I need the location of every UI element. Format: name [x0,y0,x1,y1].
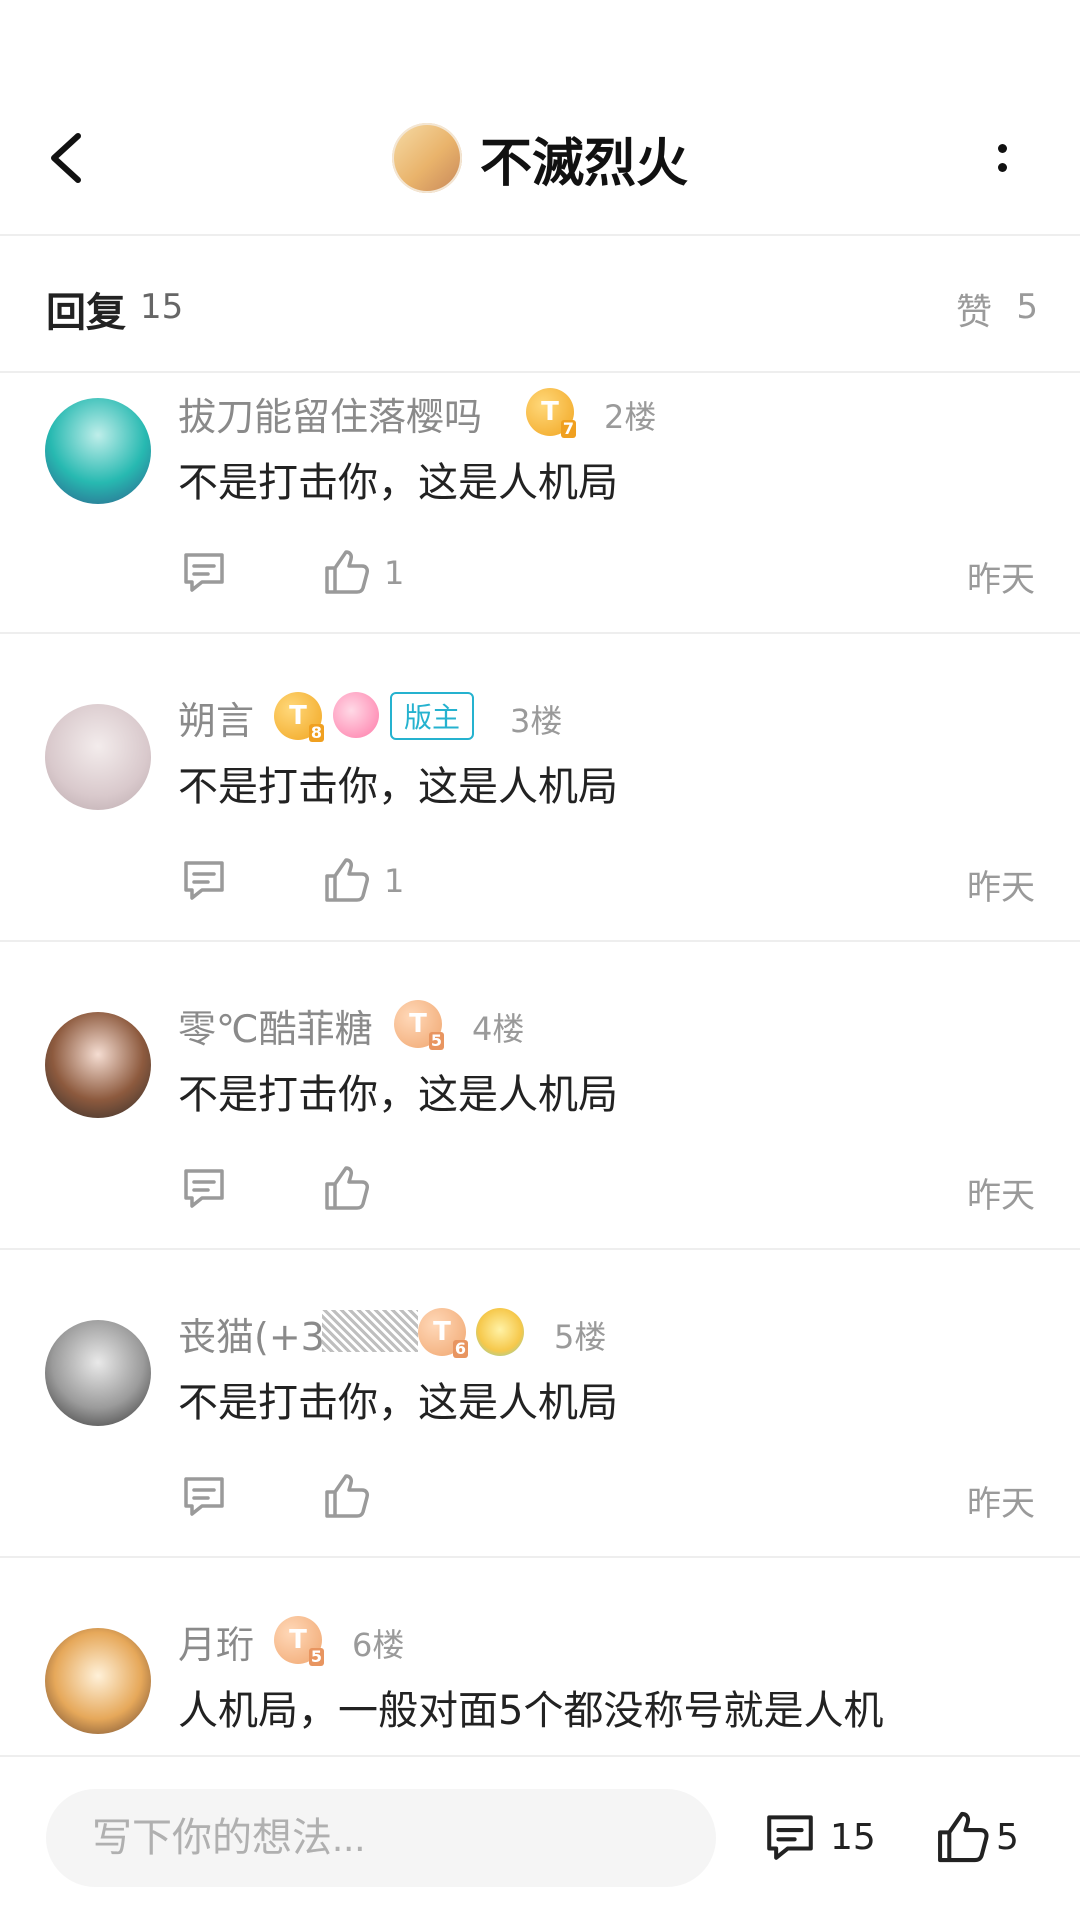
header-divider [0,234,1080,236]
username[interactable]: 零℃酷菲糖 [178,998,373,1053]
comment-text: 不是打击你，这是人机局 [178,460,618,506]
like-count: 5 [1016,287,1038,327]
avatar[interactable] [45,1320,151,1426]
thumbs-up-icon[interactable] [320,546,372,598]
comment-like-count: 1 [384,554,405,592]
comment-like-count: 1 [384,862,405,900]
comment-icon[interactable] [178,1470,230,1522]
comment-item: 月珩 T5 6楼 人机局，一般对面5个都没称号就是人机 [0,1558,1080,1756]
comment-time: 昨天 [967,1176,1035,1216]
floor-label: 2楼 [604,398,657,436]
floor-label: 6楼 [352,1626,405,1664]
thumbs-up-icon[interactable] [320,1162,372,1214]
avatar[interactable] [45,1628,151,1734]
username[interactable]: 拔刀能留住落樱吗 [178,386,482,441]
garbled-name-glyph [322,1310,418,1352]
comment-icon[interactable] [178,546,230,598]
username[interactable]: 朔言 [178,690,254,745]
moderator-badge: 版主 [390,692,475,740]
page-title-group: 不滅烈火 [0,112,1080,204]
bottom-comment-count: 15 [830,1817,876,1858]
comment-text: 不是打击你，这是人机局 [178,1072,618,1118]
page-title: 不滅烈火 [479,133,688,194]
comment-icon[interactable] [178,854,230,906]
bottom-like-count: 5 [996,1817,1019,1858]
floor-label: 5楼 [554,1318,607,1356]
more-button[interactable] [974,130,1030,186]
bottom-action-bar: 15 5 [0,1757,1080,1920]
reply-summary-bar: 回复 15 赞 5 [0,237,1080,371]
floor-label: 4楼 [472,1010,525,1048]
avatar[interactable] [45,704,151,810]
thumbs-up-icon[interactable] [932,1807,992,1867]
fan-badge-icon [333,692,379,738]
comment-icon[interactable] [760,1807,820,1867]
avatar[interactable] [45,1012,151,1118]
author-avatar[interactable] [391,123,462,193]
comment-item: 朔言 T8 版主 3楼 不是打击你，这是人机局 1 昨天 [0,634,1080,940]
level-badge: T6 [418,1308,468,1358]
comment-time: 昨天 [967,560,1035,600]
comment-icon[interactable] [178,1162,230,1214]
badge-level: 5 [308,1647,324,1666]
badge-level: 6 [452,1339,468,1358]
more-icon [997,144,1007,153]
more-icon-dot [997,163,1007,172]
level-badge: T5 [274,1616,324,1666]
comment-time: 昨天 [967,868,1035,908]
badge-level: 7 [560,419,576,438]
username[interactable]: 月珩 [178,1614,254,1669]
comment-text: 不是打击你，这是人机局 [178,764,618,810]
like-label[interactable]: 赞 [956,283,992,335]
comment-item: 拔刀能留住落樱吗 T7 2楼 不是打击你，这是人机局 1 昨天 [0,372,1080,632]
badge-level: 8 [308,723,324,742]
reply-label: 回复 [46,290,126,336]
thumbs-up-icon[interactable] [320,1470,372,1522]
badge-level: 5 [428,1031,444,1050]
username[interactable]: 丧猫(+3 [178,1306,325,1361]
level-badge: T5 [394,1000,444,1050]
comment-time: 昨天 [967,1484,1035,1524]
comment-item: 丧猫(+3 T6 5楼 不是打击你，这是人机局 昨天 [0,1250,1080,1556]
level-badge: T7 [526,388,576,438]
comment-item: 零℃酷菲糖 T5 4楼 不是打击你，这是人机局 昨天 [0,942,1080,1248]
thumbs-up-icon[interactable] [320,854,372,906]
comment-text: 人机局，一般对面5个都没称号就是人机 [178,1688,884,1734]
top-nav-bar: 不滅烈火 [0,60,1080,235]
comment-input[interactable] [46,1789,716,1887]
reply-count: 15 [140,287,184,327]
level-badge: T8 [274,692,324,742]
avatar[interactable] [45,398,151,504]
floor-label: 3楼 [510,702,563,740]
character-badge-icon [476,1308,524,1356]
comment-text: 不是打击你，这是人机局 [178,1380,618,1426]
